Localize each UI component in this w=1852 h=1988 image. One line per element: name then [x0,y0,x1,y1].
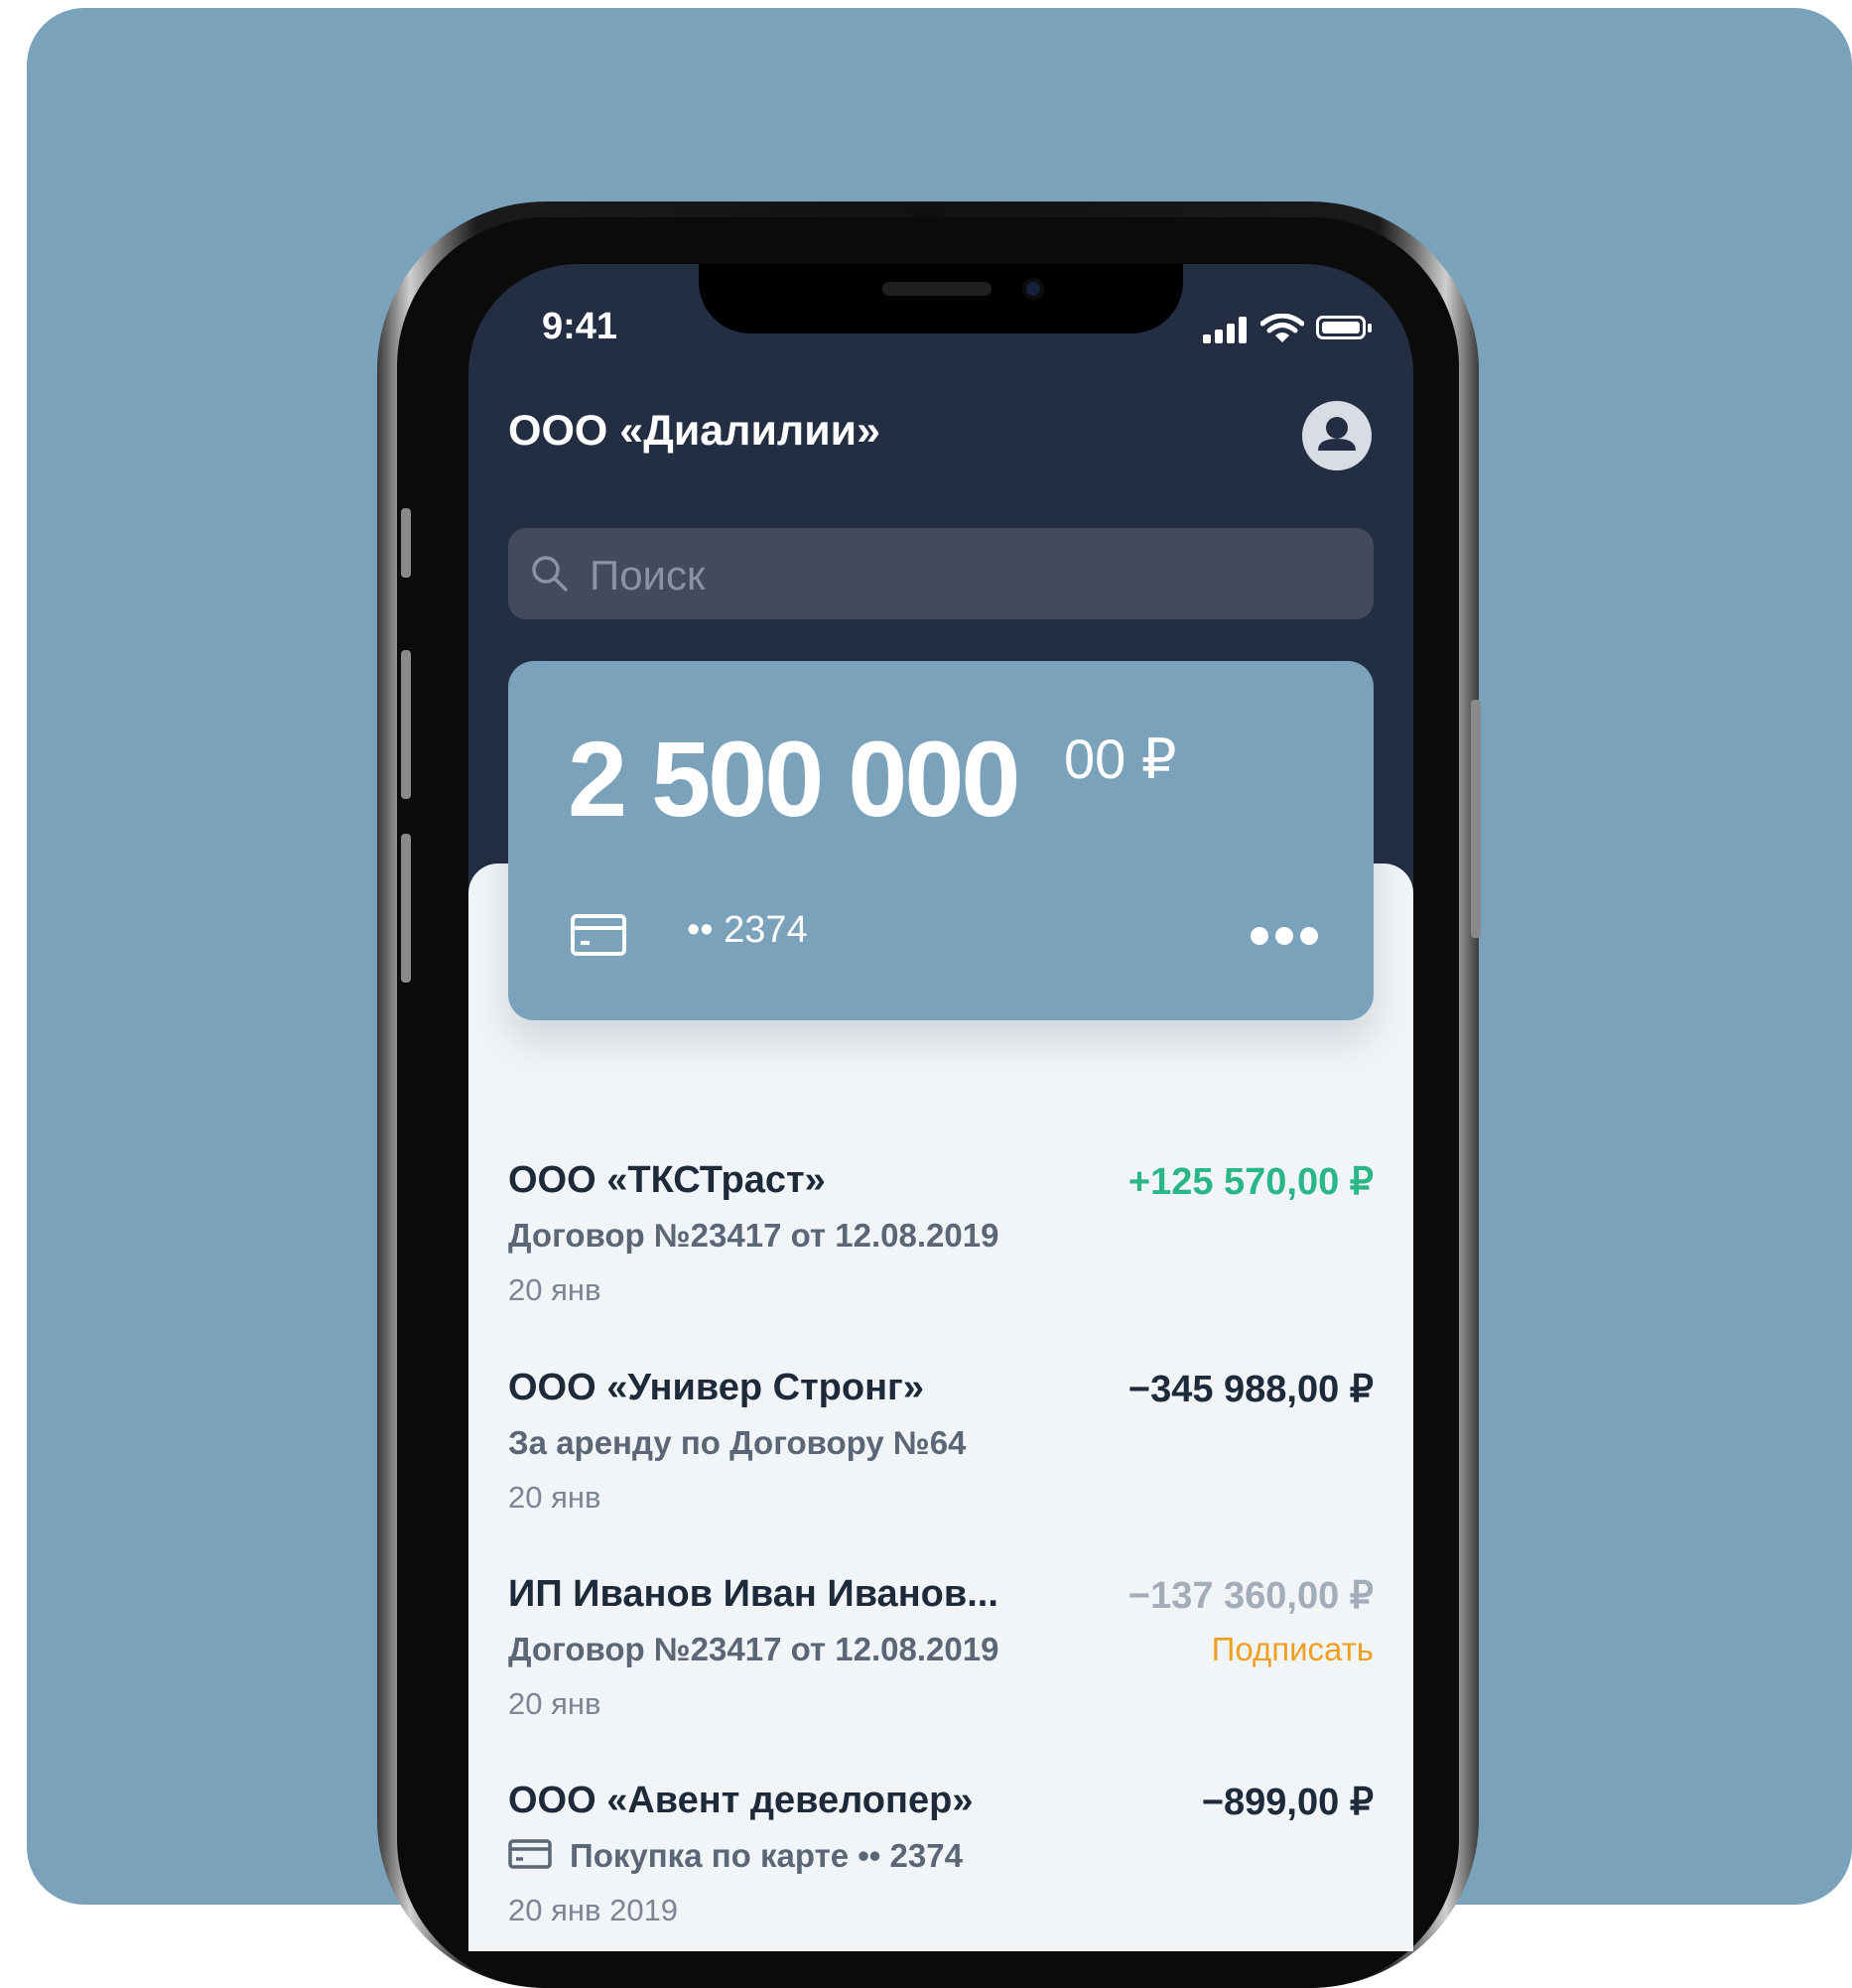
power-button [1471,700,1481,938]
transaction-amount: +125 570,00 ₽ [1127,1161,1374,1203]
status-time: 9:41 [542,306,618,347]
transaction-amount: −899,00 ₽ [1201,1782,1374,1823]
transaction-date: 20 янв 2019 [508,1893,679,1927]
profile-button[interactable] [1302,401,1372,470]
transaction-description: Договор №23417 от 12.08.2019 [508,1217,999,1254]
search-input[interactable]: Поиск [508,528,1374,619]
notch [699,264,1183,333]
balance-decimal: 00 ₽ [1064,728,1177,790]
transaction-amount: −137 360,00 ₽ [1127,1575,1374,1617]
search-icon [532,556,568,592]
transaction-counterparty: ИП Иванов Иван Иванов... [508,1573,998,1615]
transaction-row[interactable]: ИП Иванов Иван Иванов... −137 360,00 ₽ Д… [508,1573,1374,1762]
transaction-date: 20 янв [508,1686,601,1721]
account-card[interactable]: 2 500 000 00 ₽ •• 2374 [508,661,1374,1020]
transaction-date: 20 янв [508,1480,601,1515]
transaction-description: Покупка по карте •• 2374 [570,1837,963,1874]
card-number: •• 2374 [687,909,808,951]
volume-up-button [401,650,411,799]
card-icon [508,1839,552,1869]
sign-button[interactable]: Подписать [1212,1631,1374,1668]
phone-screen: 9:41 ООО «Диалилии» Поиск ООО «ТКСТраст»… [468,264,1413,1951]
transaction-date: 20 янв [508,1272,601,1307]
signal-icon [1203,314,1253,343]
transaction-description: За аренду по Договору №64 [508,1424,967,1461]
more-options-button[interactable] [1251,927,1318,945]
front-camera [1022,278,1044,300]
transactions-panel: ООО «ТКСТраст» +125 570,00 ₽ Договор №23… [468,863,1413,1951]
transaction-row[interactable]: ООО «ТКСТраст» +125 570,00 ₽ Договор №23… [508,1159,1374,1348]
speaker [882,282,992,296]
transaction-row[interactable]: ООО «Авент девелопер» −899,00 ₽ Покупка … [508,1780,1374,1951]
card-icon [571,914,626,956]
transaction-counterparty: ООО «Универ Стронг» [508,1367,925,1408]
transaction-description: Договор №23417 от 12.08.2019 [508,1631,999,1667]
transaction-counterparty: ООО «Авент девелопер» [508,1780,974,1821]
company-title: ООО «Диалилии» [508,407,881,455]
transaction-amount: −345 988,00 ₽ [1127,1369,1374,1410]
wifi-icon [1260,314,1304,342]
transaction-counterparty: ООО «ТКСТраст» [508,1159,826,1201]
transaction-row[interactable]: ООО «Универ Стронг» −345 988,00 ₽ За аре… [508,1367,1374,1555]
volume-down-button [401,834,411,983]
status-icons [1203,314,1382,343]
user-icon [1318,417,1356,451]
silent-switch [401,508,411,578]
balance-integer: 2 500 000 [568,719,1020,839]
search-placeholder: Поиск [590,552,706,598]
